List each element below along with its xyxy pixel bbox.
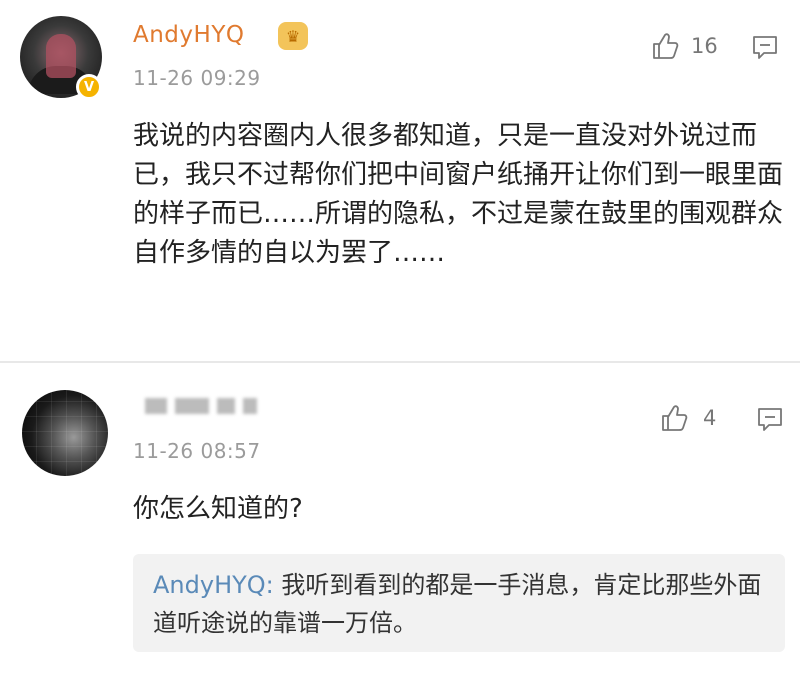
avatar-figure [46, 34, 76, 78]
blur-block [243, 398, 257, 414]
pixelated-avatar[interactable] [22, 390, 108, 476]
verified-badge-icon: V [76, 74, 102, 100]
blur-block [217, 398, 235, 414]
divider [0, 361, 800, 363]
comment-text: 我说的内容圈内人很多都知道，只是一直没对外说过而已，我只不过帮你们把中间窗户纸捅… [133, 121, 784, 268]
blurred-username[interactable] [145, 394, 257, 418]
blur-block [145, 398, 167, 414]
comment-item: 11-26 08:57 4 你怎么知道的? AndyHYQ: 我听到看到的都是一… [0, 372, 800, 674]
like-count: 16 [691, 34, 718, 58]
reply-comment-icon[interactable] [751, 33, 779, 61]
reply-box[interactable]: AndyHYQ: 我听到看到的都是一手消息，肯定比那些外面道听途说的靠谱一万倍。 [133, 554, 785, 652]
thumbs-up-icon[interactable] [650, 31, 680, 61]
thumbs-up-icon[interactable] [659, 403, 689, 433]
like-count: 4 [703, 406, 717, 430]
timestamp: 11-26 09:29 [133, 66, 261, 90]
username[interactable]: AndyHYQ [133, 22, 244, 48]
timestamp: 11-26 08:57 [133, 439, 261, 463]
comment-item: V AndyHYQ ♛ 11-26 09:29 16 我说的内容圈内人很多都知道… [0, 0, 800, 358]
blur-block [175, 398, 209, 414]
comment-text: 你怎么知道的? [133, 494, 303, 524]
comment-thread: V AndyHYQ ♛ 11-26 09:29 16 我说的内容圈内人很多都知道… [0, 0, 800, 674]
reply-username[interactable]: AndyHYQ: [153, 571, 274, 599]
vip-crown-icon: ♛ [278, 22, 308, 50]
reply-comment-icon[interactable] [756, 405, 784, 433]
